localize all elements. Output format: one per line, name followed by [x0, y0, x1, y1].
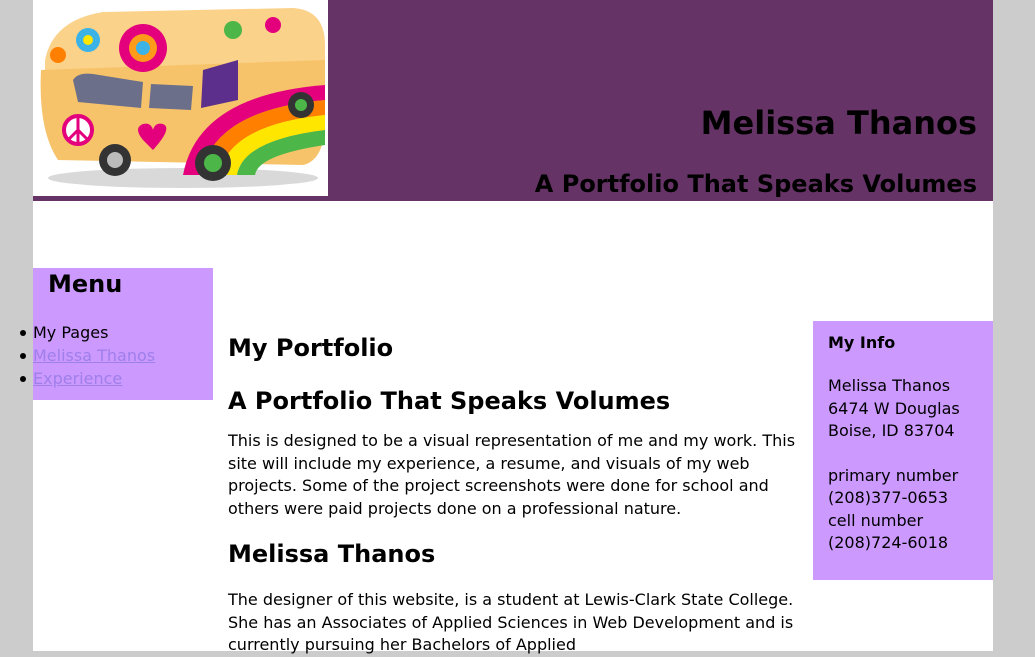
info-city: Boise, ID 83704: [828, 421, 955, 440]
menu-link-experience[interactable]: Experience: [33, 369, 122, 388]
list-item: My Pages: [19, 321, 155, 344]
main-content: My Portfolio A Portfolio That Speaks Vol…: [228, 330, 798, 657]
info-primary-label: primary number: [828, 465, 959, 485]
info-primary-phone: (208)377-0653: [828, 488, 949, 507]
section-heading-tagline: A Portfolio That Speaks Volumes: [228, 387, 671, 415]
menu-link-melissa-thanos[interactable]: Melissa Thanos: [33, 346, 155, 365]
info-cell-phone: (208)724-6018: [828, 533, 949, 552]
menu-panel: Menu My Pages Melissa Thanos Experience: [19, 268, 213, 400]
menu-item-my-pages: My Pages: [33, 323, 109, 342]
info-heading: My Info: [828, 333, 896, 352]
page-title: My Portfolio: [228, 334, 394, 362]
site-title: Melissa Thanos: [700, 104, 977, 142]
info-street: 6474 W Douglas: [828, 398, 960, 418]
designer-paragraph: The designer of this website, is a stude…: [228, 590, 794, 654]
info-name: Melissa Thanos: [828, 376, 951, 395]
site-header: Melissa Thanos A Portfolio That Speaks V…: [33, 0, 993, 201]
intro-paragraph: This is designed to be a visual represen…: [228, 431, 796, 518]
list-item: Experience: [19, 367, 155, 390]
info-cell-label: cell number: [828, 510, 924, 530]
site-tagline: A Portfolio That Speaks Volumes: [534, 170, 977, 198]
list-item: Melissa Thanos: [19, 344, 155, 367]
info-panel: My Info Melissa Thanos 6474 W Douglas Bo…: [813, 321, 993, 580]
section-heading-designer: Melissa Thanos: [228, 540, 436, 568]
menu-heading: Menu: [48, 270, 123, 298]
hippie-van-icon: [33, 0, 328, 196]
page: Melissa Thanos A Portfolio That Speaks V…: [19, 0, 993, 654]
menu-list: My Pages Melissa Thanos Experience: [19, 321, 155, 390]
